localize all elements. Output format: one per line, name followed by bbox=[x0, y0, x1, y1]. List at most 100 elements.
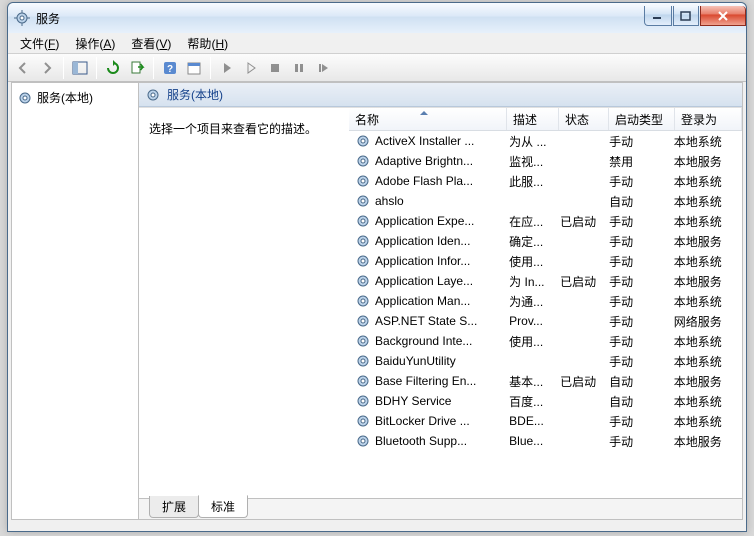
service-row[interactable]: Application Infor...使用...手动本地系统 bbox=[349, 251, 742, 271]
service-icon bbox=[355, 393, 371, 409]
main-header-title: 服务(本地) bbox=[167, 86, 223, 103]
window-frame: 服务 文件(F) 操作(A) 查看(V) 帮助(H) ? bbox=[7, 2, 747, 532]
service-row[interactable]: Application Laye...为 In...已启动手动本地服务 bbox=[349, 271, 742, 291]
cell-logon: 本地服务 bbox=[668, 373, 742, 390]
cell-name: Application Expe... bbox=[349, 213, 503, 229]
column-headers: 名称 描述 状态 启动类型 登录为 bbox=[349, 108, 742, 131]
close-button[interactable] bbox=[700, 6, 746, 26]
cell-startup: 手动 bbox=[603, 413, 668, 430]
menu-help[interactable]: 帮助(H) bbox=[179, 33, 236, 54]
cell-name: ahslo bbox=[349, 193, 503, 209]
nav-root[interactable]: 服务(本地) bbox=[14, 87, 136, 108]
service-icon bbox=[355, 353, 371, 369]
service-row[interactable]: Bluetooth Supp...Blue... 手动本地服务 bbox=[349, 431, 742, 451]
service-row[interactable]: Adaptive Brightn...监视...禁用本地服务 bbox=[349, 151, 742, 171]
toolbar-divider bbox=[96, 57, 97, 79]
cell-name: Application Laye... bbox=[349, 273, 503, 289]
cell-startup: 手动 bbox=[603, 173, 668, 190]
cell-name: BDHY Service bbox=[349, 393, 503, 409]
cell-name: Bluetooth Supp... bbox=[349, 433, 503, 449]
service-row[interactable]: ASP.NET State S...Prov...手动网络服务 bbox=[349, 311, 742, 331]
cell-logon: 本地系统 bbox=[668, 413, 742, 430]
service-row[interactable]: Background Inte...使用...手动本地系统 bbox=[349, 331, 742, 351]
service-row[interactable]: ActiveX Installer ...为从 ...手动本地系统 bbox=[349, 131, 742, 151]
menu-action[interactable]: 操作(A) bbox=[67, 33, 123, 54]
services-icon bbox=[14, 10, 30, 26]
service-icon bbox=[355, 293, 371, 309]
tab-standard[interactable]: 标准 bbox=[198, 495, 248, 518]
service-list[interactable]: ActiveX Installer ...为从 ...手动本地系统Adaptiv… bbox=[349, 131, 742, 498]
cell-name: Base Filtering En... bbox=[349, 373, 503, 389]
service-row[interactable]: Base Filtering En...基本...已启动自动本地服务 bbox=[349, 371, 742, 391]
start-service-button[interactable] bbox=[215, 56, 239, 80]
col-logon[interactable]: 登录为 bbox=[675, 108, 742, 130]
minimize-button[interactable] bbox=[644, 6, 672, 26]
cell-desc: 使用... bbox=[503, 253, 554, 270]
service-row[interactable]: Adobe Flash Pla...此服...手动本地系统 bbox=[349, 171, 742, 191]
export-list-button[interactable] bbox=[125, 56, 149, 80]
service-row[interactable]: ahslo自动本地系统 bbox=[349, 191, 742, 211]
services-icon bbox=[17, 90, 33, 106]
cell-logon: 本地服务 bbox=[668, 153, 742, 170]
cell-logon: 本地系统 bbox=[668, 173, 742, 190]
titlebar[interactable]: 服务 bbox=[8, 3, 746, 33]
cell-desc: Prov... bbox=[503, 314, 554, 328]
maximize-button[interactable] bbox=[673, 6, 699, 26]
service-row[interactable]: Application Expe...在应...已启动手动本地系统 bbox=[349, 211, 742, 231]
service-row[interactable]: BDHY Service百度...自动本地系统 bbox=[349, 391, 742, 411]
col-status[interactable]: 状态 bbox=[559, 108, 609, 130]
start-service-alt-button[interactable] bbox=[239, 56, 263, 80]
nav-tree[interactable]: 服务(本地) bbox=[12, 83, 139, 519]
service-row[interactable]: BitLocker Drive ...BDE... 手动本地系统 bbox=[349, 411, 742, 431]
service-row[interactable]: Application Man...为通...手动本地系统 bbox=[349, 291, 742, 311]
cell-desc: Blue... bbox=[503, 434, 554, 448]
properties-button[interactable] bbox=[182, 56, 206, 80]
stop-service-button[interactable] bbox=[263, 56, 287, 80]
cell-name: BaiduYunUtility bbox=[349, 353, 503, 369]
cell-logon: 本地系统 bbox=[668, 133, 742, 150]
cell-logon: 本地系统 bbox=[668, 193, 742, 210]
statusbar bbox=[8, 523, 746, 531]
main-pane: 服务(本地) 选择一个项目来查看它的描述。 名称 描述 状态 启动类型 登录为 … bbox=[139, 83, 742, 519]
cell-desc: 使用... bbox=[503, 333, 554, 350]
service-icon bbox=[355, 173, 371, 189]
col-name[interactable]: 名称 bbox=[349, 108, 507, 130]
col-desc[interactable]: 描述 bbox=[507, 108, 559, 130]
cell-startup: 禁用 bbox=[603, 153, 668, 170]
cell-desc: 为 In... bbox=[503, 273, 554, 290]
description-hint: 选择一个项目来查看它的描述。 bbox=[149, 120, 341, 137]
cell-startup: 自动 bbox=[603, 393, 668, 410]
service-row[interactable]: Application Iden...确定...手动本地服务 bbox=[349, 231, 742, 251]
forward-button[interactable] bbox=[35, 56, 59, 80]
cell-name: BitLocker Drive ... bbox=[349, 413, 503, 429]
restart-service-button[interactable] bbox=[311, 56, 335, 80]
service-icon bbox=[355, 153, 371, 169]
pause-service-button[interactable] bbox=[287, 56, 311, 80]
refresh-button[interactable] bbox=[101, 56, 125, 80]
tab-extended[interactable]: 扩展 bbox=[149, 496, 199, 518]
cell-logon: 本地服务 bbox=[668, 433, 742, 450]
cell-startup: 手动 bbox=[603, 333, 668, 350]
back-button[interactable] bbox=[11, 56, 35, 80]
cell-logon: 本地系统 bbox=[668, 393, 742, 410]
cell-desc: 为从 ... bbox=[503, 133, 554, 150]
nav-root-label: 服务(本地) bbox=[37, 89, 93, 106]
cell-desc: 此服... bbox=[503, 173, 554, 190]
cell-startup: 手动 bbox=[603, 253, 668, 270]
cell-status: 已启动 bbox=[554, 373, 603, 390]
service-icon bbox=[355, 133, 371, 149]
toolbar-divider bbox=[210, 57, 211, 79]
show-hide-tree-button[interactable] bbox=[68, 56, 92, 80]
service-row[interactable]: BaiduYunUtility手动本地系统 bbox=[349, 351, 742, 371]
menu-file[interactable]: 文件(F) bbox=[12, 33, 67, 54]
cell-name: Application Man... bbox=[349, 293, 503, 309]
cell-desc: BDE... bbox=[503, 414, 554, 428]
service-icon bbox=[355, 373, 371, 389]
cell-startup: 手动 bbox=[603, 133, 668, 150]
menu-view[interactable]: 查看(V) bbox=[123, 33, 179, 54]
cell-startup: 手动 bbox=[603, 433, 668, 450]
cell-desc: 监视... bbox=[503, 153, 554, 170]
cell-logon: 本地服务 bbox=[668, 233, 742, 250]
col-startup[interactable]: 启动类型 bbox=[609, 108, 675, 130]
help-button[interactable]: ? bbox=[158, 56, 182, 80]
